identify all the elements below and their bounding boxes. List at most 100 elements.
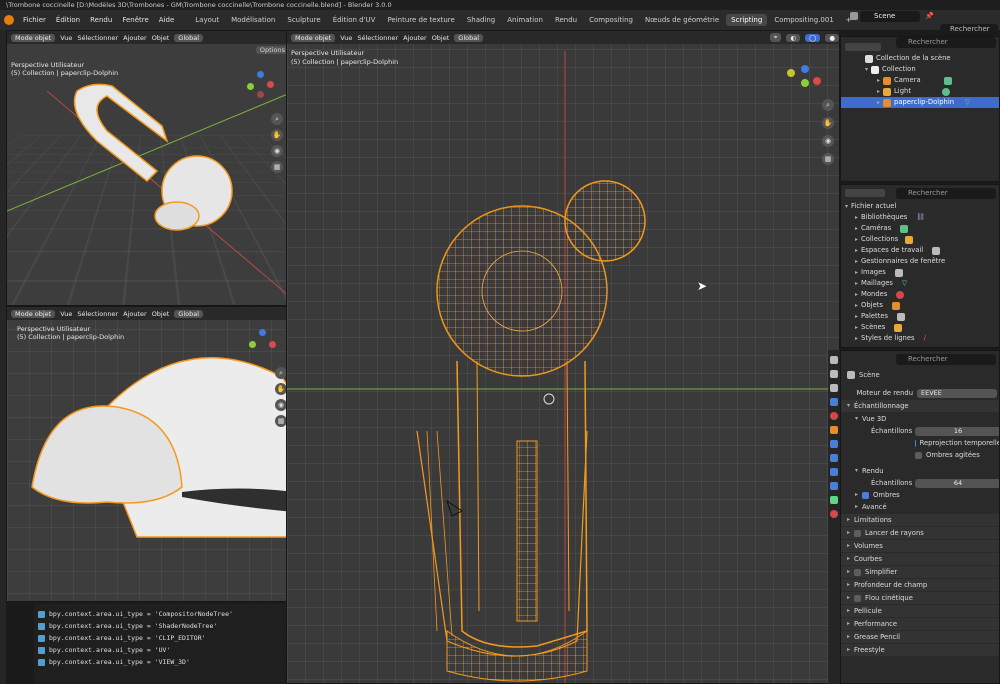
shadows-checkbox[interactable] bbox=[862, 491, 870, 499]
viewport-top-left[interactable]: Mode objet Vue Sélectionner Ajouter Obje… bbox=[6, 30, 294, 306]
camera-view-icon[interactable]: ◉ bbox=[822, 135, 834, 147]
file-item[interactable]: ▸ Styles de lignes ∕ bbox=[841, 333, 999, 344]
particles-tab-icon[interactable] bbox=[830, 454, 838, 462]
tab-scripting[interactable]: Scripting bbox=[726, 14, 768, 26]
menu-window[interactable]: Fenêtre bbox=[118, 16, 152, 24]
output-tab-icon[interactable] bbox=[830, 384, 838, 392]
file-search[interactable]: Rechercher bbox=[896, 188, 996, 199]
section-limitations[interactable]: ▸ Limitations bbox=[841, 514, 999, 526]
viewport-main[interactable]: Mode objet Vue Sélectionner Ajouter Obje… bbox=[286, 30, 840, 684]
render-engine-row: Moteur de rendu EEVEE bbox=[841, 387, 999, 399]
section-freestyle[interactable]: ▸ Freestyle bbox=[841, 644, 999, 656]
navigation-gizmo[interactable] bbox=[245, 71, 275, 101]
file-item[interactable]: ▸ Maillages ▽ bbox=[841, 278, 999, 289]
data-tab-icon[interactable] bbox=[830, 496, 838, 504]
file-root[interactable]: ▾ Fichier actuel bbox=[841, 201, 999, 212]
outliner-search[interactable]: Rechercher bbox=[896, 37, 996, 48]
tab-compositing[interactable]: Compositing bbox=[584, 14, 638, 26]
scene-selector[interactable]: Scene bbox=[860, 11, 920, 22]
file-item[interactable]: ▸ Collections bbox=[841, 234, 999, 245]
constraints-tab-icon[interactable] bbox=[830, 482, 838, 490]
render-tab-icon[interactable] bbox=[830, 370, 838, 378]
file-item[interactable]: ▸ Espaces de travail bbox=[841, 245, 999, 256]
tab-sculpting[interactable]: Sculpture bbox=[282, 14, 325, 26]
menu-edit[interactable]: Édition bbox=[52, 16, 84, 24]
file-item[interactable]: ▸ Mondes bbox=[841, 289, 999, 300]
soft-shadows-row[interactable]: Ombres agitées bbox=[841, 449, 999, 461]
viewport-bottom-left[interactable]: Mode objet Vue Sélectionner Ajouter Obje… bbox=[6, 306, 294, 602]
python-console[interactable]: bpy.context.area.ui_type = 'CompositorNo… bbox=[34, 604, 296, 684]
physics-tab-icon[interactable] bbox=[830, 468, 838, 476]
tab-modeling[interactable]: Modélisation bbox=[226, 14, 280, 26]
tool-tab-icon[interactable] bbox=[830, 356, 838, 364]
menu-file[interactable]: Fichier bbox=[19, 16, 50, 24]
section-motion-blur[interactable]: ▸ Flou cinétique bbox=[841, 592, 999, 604]
section-performance[interactable]: ▸ Performance bbox=[841, 618, 999, 630]
file-item[interactable]: ▸ Palettes bbox=[841, 311, 999, 322]
navigation-gizmo[interactable] bbox=[787, 65, 823, 101]
file-item[interactable]: ▸ Images bbox=[841, 267, 999, 278]
outliner-item-collection[interactable]: ▾ Collection bbox=[841, 64, 999, 75]
file-item[interactable]: ▸ Bibliothèques ⛓ bbox=[841, 212, 999, 223]
outliner-item-camera[interactable]: ▸ Camera bbox=[841, 75, 999, 86]
file-item[interactable]: ▸ Gestionnaires de fenêtre bbox=[841, 256, 999, 267]
tab-animation[interactable]: Animation bbox=[502, 14, 548, 26]
outliner-root[interactable]: Collection de la scène bbox=[841, 53, 999, 64]
subsection-viewport[interactable]: ▾ Vue 3D bbox=[841, 413, 999, 425]
tab-layout[interactable]: Layout bbox=[190, 14, 224, 26]
section-sampling[interactable]: ▾ Échantillonnage bbox=[841, 400, 999, 412]
file-display-mode[interactable] bbox=[845, 189, 885, 197]
pan-hand-icon[interactable]: ✋ bbox=[822, 117, 834, 129]
zoom-icon[interactable]: ⌕ bbox=[271, 113, 283, 125]
tab-texture-paint[interactable]: Peinture de texture bbox=[382, 14, 459, 26]
modifier-tab-icon[interactable] bbox=[830, 440, 838, 448]
console-entry-icon bbox=[38, 610, 45, 618]
soft-shadows-checkbox[interactable] bbox=[915, 451, 922, 459]
subsection-shadows[interactable]: ▸ Ombres bbox=[841, 489, 999, 501]
properties-search[interactable]: Rechercher bbox=[896, 354, 996, 365]
grid-toggle-icon[interactable]: ▦ bbox=[822, 153, 834, 165]
render-engine-select[interactable]: EEVEE bbox=[917, 388, 997, 398]
blender-logo-icon[interactable] bbox=[4, 15, 14, 25]
file-item[interactable]: ▸ Objets bbox=[841, 300, 999, 311]
tab-shading[interactable]: Shading bbox=[462, 14, 500, 26]
section-curves[interactable]: ▸ Courbes bbox=[841, 553, 999, 565]
camera-data-icon bbox=[900, 224, 909, 233]
zoom-icon[interactable]: ⌕ bbox=[822, 99, 834, 111]
console-entry-icon bbox=[38, 646, 45, 654]
object-tab-icon[interactable] bbox=[830, 426, 838, 434]
subsection-render[interactable]: ▾ Rendu bbox=[841, 465, 999, 477]
render-samples-field[interactable]: 64 bbox=[915, 478, 999, 488]
material-tab-icon[interactable] bbox=[830, 510, 838, 518]
subsection-advanced[interactable]: ▸ Avancé bbox=[841, 501, 999, 513]
file-item[interactable]: ▸ Scènes bbox=[841, 322, 999, 333]
file-item[interactable]: ▸ Caméras bbox=[841, 223, 999, 234]
section-grease-pencil[interactable]: ▸ Grease Pencil bbox=[841, 631, 999, 643]
camera-view-icon[interactable]: ◉ bbox=[271, 145, 283, 157]
tab-geometry-nodes[interactable]: Nœuds de géométrie bbox=[640, 14, 724, 26]
section-film[interactable]: ▸ Pellicule bbox=[841, 605, 999, 617]
section-simplify[interactable]: ▸ Simplifier bbox=[841, 566, 999, 578]
outliner-item-paperclip[interactable]: ▸ paperclip-Dolphin ▽ bbox=[841, 97, 999, 108]
tab-rendering[interactable]: Rendu bbox=[550, 14, 582, 26]
tab-uv-editing[interactable]: Édition d'UV bbox=[328, 14, 381, 26]
viewport-samples-field[interactable]: 16 bbox=[915, 426, 999, 436]
menu-help[interactable]: Aide bbox=[155, 16, 178, 24]
outliner-display-mode[interactable] bbox=[845, 43, 881, 51]
reprojection-checkbox[interactable] bbox=[915, 439, 916, 447]
grid-toggle-icon[interactable]: ▦ bbox=[271, 161, 283, 173]
pin-icon[interactable]: 📌 bbox=[925, 12, 934, 20]
section-depth-of-field[interactable]: ▸ Profondeur de champ bbox=[841, 579, 999, 591]
section-raytracing[interactable]: ▸ Lancer de rayons bbox=[841, 527, 999, 539]
navigation-gizmo[interactable] bbox=[247, 329, 277, 359]
world-tab-icon[interactable] bbox=[830, 412, 838, 420]
menu-render[interactable]: Rendu bbox=[86, 16, 116, 24]
reprojection-row[interactable]: Reprojection temporelle bbox=[841, 437, 999, 449]
outliner-item-light[interactable]: ▸ Light bbox=[841, 86, 999, 97]
tab-compositing-001[interactable]: Compositing.001 bbox=[769, 14, 838, 26]
chevron-right-icon: ▸ bbox=[877, 99, 881, 106]
view-layer-search[interactable]: Rechercher bbox=[940, 24, 998, 35]
pan-hand-icon[interactable]: ✋ bbox=[271, 129, 283, 141]
section-volumes[interactable]: ▸ Volumes bbox=[841, 540, 999, 552]
view-layer-tab-icon[interactable] bbox=[830, 398, 838, 406]
